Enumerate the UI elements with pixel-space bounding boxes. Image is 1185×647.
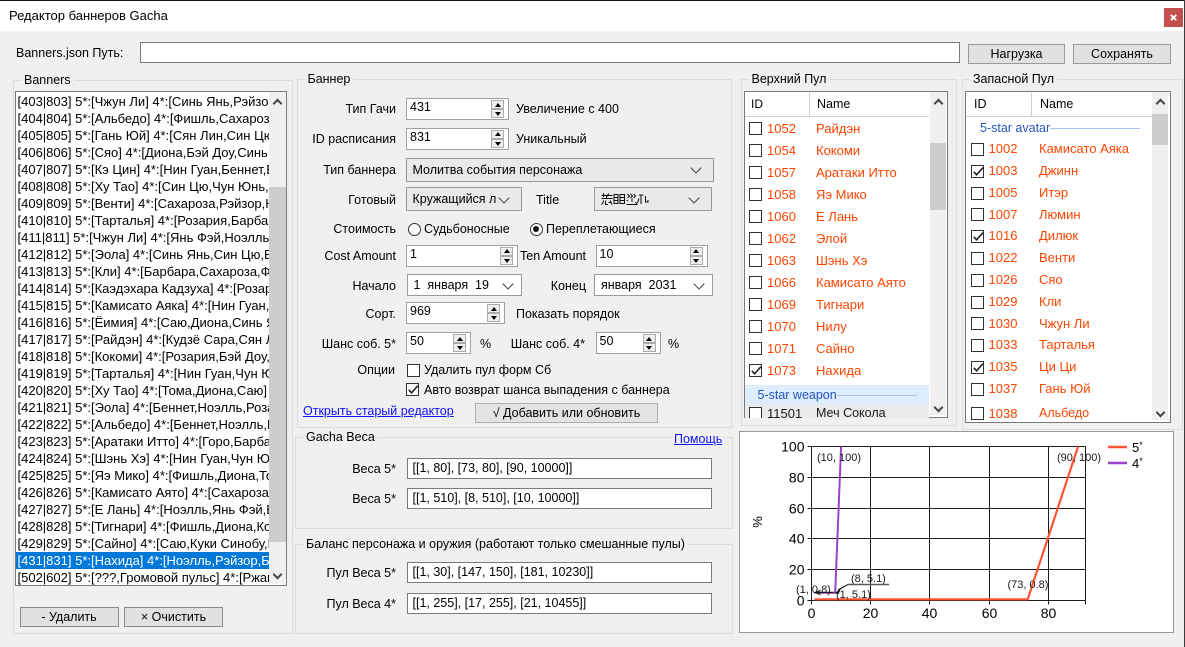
svg-text:(1, 5.1): (1, 5.1) xyxy=(836,589,871,601)
svg-text:(73, 0.8): (73, 0.8) xyxy=(1008,579,1049,591)
svg-text:100: 100 xyxy=(781,439,805,455)
svg-text:(90, 100): (90, 100) xyxy=(1057,452,1101,464)
svg-text:5*: 5* xyxy=(1132,440,1143,455)
svg-text:4*: 4* xyxy=(1132,456,1143,471)
svg-text:(8, 5.1): (8, 5.1) xyxy=(851,573,886,585)
svg-text:20: 20 xyxy=(863,605,879,621)
svg-text:40: 40 xyxy=(922,605,938,621)
svg-text:(1, 0.8): (1, 0.8) xyxy=(796,584,831,596)
svg-text:0: 0 xyxy=(808,605,816,621)
svg-text:20: 20 xyxy=(789,562,805,578)
svg-text:(10, 100): (10, 100) xyxy=(817,452,861,464)
svg-text:60: 60 xyxy=(982,605,998,621)
svg-text:40: 40 xyxy=(789,531,805,547)
svg-text:80: 80 xyxy=(1041,605,1057,621)
svg-text:60: 60 xyxy=(789,501,805,517)
svg-text:%: % xyxy=(750,516,765,528)
svg-text:80: 80 xyxy=(789,470,805,486)
